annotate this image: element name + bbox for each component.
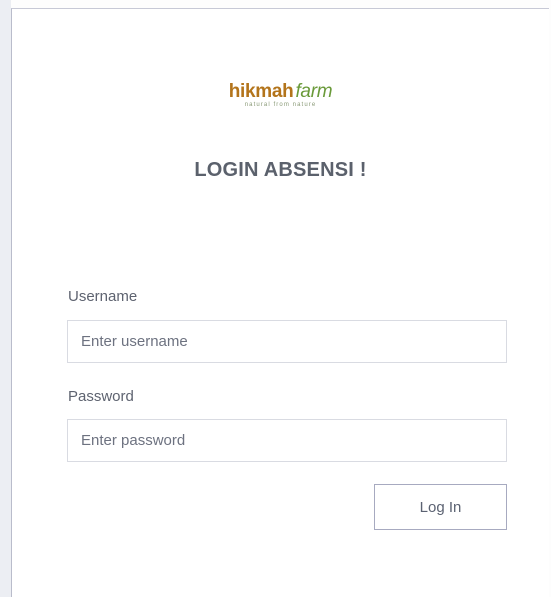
username-input[interactable] (67, 320, 507, 363)
login-page: hikmah farm natural from nature LOGIN ABS… (0, 0, 551, 597)
page-title: LOGIN ABSENSI ! (194, 159, 367, 181)
username-label: Username (68, 288, 138, 305)
brand-logo-wordmark: hikmah farm (229, 82, 333, 101)
login-card: hikmah farm natural from nature LOGIN ABS… (11, 8, 549, 597)
brand-logo-name-suffix: farm (295, 81, 333, 102)
password-input[interactable] (67, 419, 507, 462)
brand-logo: hikmah farm natural from nature (12, 82, 549, 108)
brand-logo-tagline: natural from nature (244, 102, 317, 108)
password-label: Password (68, 388, 134, 405)
page-left-edge (0, 0, 11, 597)
brand-logo-name: hikmah (228, 81, 294, 102)
login-button[interactable]: Log In (374, 484, 507, 530)
